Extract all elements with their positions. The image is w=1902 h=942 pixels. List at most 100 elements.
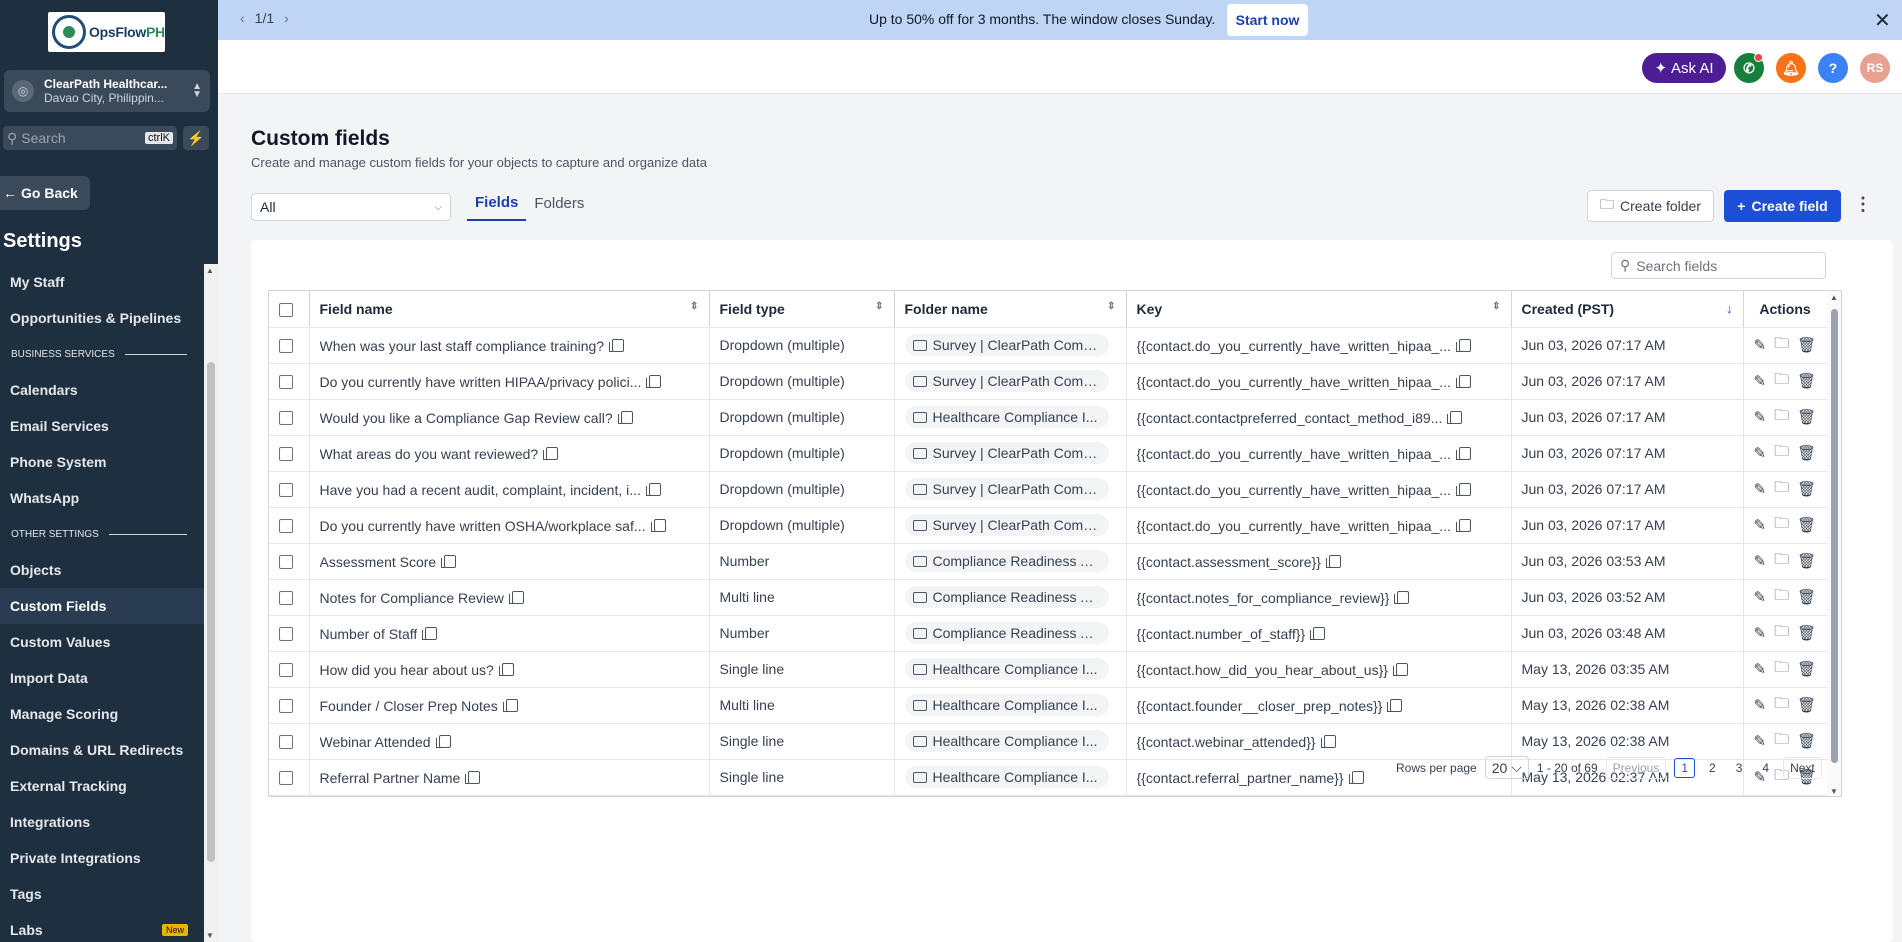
field-name[interactable]: What areas do you want reviewed?	[320, 446, 539, 462]
table-row[interactable]: Founder / Closer Prep Notes Multi line H…	[269, 687, 1828, 724]
create-folder-button[interactable]: 🗀︎ Create folder	[1587, 190, 1714, 222]
copy-icon[interactable]	[422, 627, 438, 641]
table-row[interactable]: Notes for Compliance Review Multi line C…	[269, 579, 1828, 616]
row-checkbox[interactable]	[279, 699, 293, 714]
tab-fields[interactable]: Fields	[467, 185, 527, 221]
copy-icon[interactable]	[1455, 375, 1471, 389]
sidebar-item-whatsapp[interactable]: WhatsApp	[0, 480, 204, 516]
sidebar-item-tags[interactable]: Tags	[0, 876, 204, 912]
sidebar-item-custom-fields[interactable]: Custom Fields	[0, 588, 204, 624]
table-row[interactable]: Do you currently have written OSHA/workp…	[269, 507, 1828, 544]
column-field-type[interactable]: Field type ⇕	[709, 291, 895, 328]
column-key[interactable]: Key ⇕	[1126, 291, 1512, 328]
scroll-up-icon[interactable]: ▲	[206, 266, 214, 275]
sort-icon[interactable]: ⇕	[1107, 301, 1115, 312]
trash-icon[interactable]: 🗑︎	[1797, 588, 1816, 606]
quick-action-bolt-icon[interactable]: ⚡	[183, 126, 209, 150]
row-checkbox[interactable]	[279, 627, 293, 642]
page-1-button[interactable]: 1	[1674, 757, 1696, 778]
sidebar-item-opportunities[interactable]: Opportunities & Pipelines	[0, 300, 204, 336]
sidebar-item-integrations[interactable]: Integrations	[0, 804, 204, 840]
field-name[interactable]: Would you like a Compliance Gap Review c…	[320, 410, 613, 426]
trash-icon[interactable]: 🗑︎	[1797, 336, 1816, 354]
folder-move-icon[interactable]: 🗀︎	[1774, 513, 1789, 538]
trash-icon[interactable]: 🗑︎	[1797, 624, 1816, 642]
ask-ai-button[interactable]: ✦ Ask AI	[1642, 53, 1726, 83]
table-scrollbar[interactable]: ▲ ▼	[1827, 291, 1841, 796]
field-name[interactable]: Have you had a recent audit, complaint, …	[320, 482, 641, 498]
trash-icon[interactable]: 🗑︎	[1797, 552, 1816, 570]
copy-icon[interactable]	[465, 771, 481, 785]
sidebar-item-labs[interactable]: Labs New	[0, 912, 204, 942]
folder-pill[interactable]: Survey | ClearPath Comp...	[904, 370, 1109, 392]
avatar[interactable]: RS	[1860, 53, 1890, 83]
field-name[interactable]: Webinar Attended	[320, 734, 431, 750]
folder-move-icon[interactable]: 🗀︎	[1774, 333, 1789, 358]
folder-move-icon[interactable]: 🗀︎	[1774, 621, 1789, 646]
sidebar-item-external-tracking[interactable]: External Tracking	[0, 768, 204, 804]
copy-icon[interactable]	[1455, 339, 1471, 353]
folder-move-icon[interactable]: 🗀︎	[1774, 441, 1789, 466]
table-row[interactable]: What areas do you want reviewed? Dropdow…	[269, 435, 1828, 472]
table-row[interactable]: Number of Staff Number Compliance Readin…	[269, 615, 1828, 652]
edit-icon[interactable]: ✎	[1754, 624, 1767, 642]
copy-icon[interactable]	[435, 735, 451, 749]
select-all-checkbox[interactable]	[279, 302, 293, 317]
search-fields-input[interactable]: ⚲ Search fields	[1611, 252, 1826, 279]
edit-icon[interactable]: ✎	[1754, 516, 1767, 534]
copy-icon[interactable]	[650, 519, 666, 533]
copy-icon[interactable]	[1394, 591, 1410, 605]
edit-icon[interactable]: ✎	[1754, 732, 1767, 750]
sidebar-item-import-data[interactable]: Import Data	[0, 660, 204, 696]
table-row[interactable]: Webinar Attended Single line Healthcare …	[269, 723, 1828, 760]
sidebar-item-private-integrations[interactable]: Private Integrations	[0, 840, 204, 876]
table-row[interactable]: Assessment Score Number Compliance Readi…	[269, 543, 1828, 580]
copy-icon[interactable]	[1392, 663, 1408, 677]
start-now-button[interactable]: Start now	[1227, 4, 1308, 36]
close-icon[interactable]: ✕	[1874, 8, 1891, 33]
copy-icon[interactable]	[502, 699, 518, 713]
copy-icon[interactable]	[1455, 519, 1471, 533]
edit-icon[interactable]: ✎	[1754, 336, 1767, 354]
help-button[interactable]: ?	[1818, 53, 1848, 83]
table-row[interactable]: When was your last staff compliance trai…	[269, 327, 1828, 364]
tab-folders[interactable]: Folders	[526, 185, 592, 221]
folder-pill[interactable]: Healthcare Compliance I...	[904, 406, 1109, 428]
edit-icon[interactable]: ✎	[1754, 480, 1767, 498]
folder-pill[interactable]: Survey | ClearPath Comp...	[904, 478, 1109, 500]
copy-icon[interactable]	[1387, 699, 1403, 713]
copy-icon[interactable]	[1325, 555, 1341, 569]
folder-pill[interactable]: Healthcare Compliance I...	[904, 694, 1109, 716]
column-field-name[interactable]: Field name ⇕	[309, 291, 710, 328]
row-checkbox[interactable]	[279, 663, 293, 678]
sort-icon[interactable]: ⇕	[690, 301, 698, 312]
scrollbar-thumb[interactable]	[1831, 309, 1838, 763]
sort-desc-icon[interactable]: ↓	[1726, 301, 1733, 316]
folder-move-icon[interactable]: 🗀︎	[1774, 729, 1789, 754]
folder-move-icon[interactable]: 🗀︎	[1774, 549, 1789, 574]
previous-page-button[interactable]: Previous	[1605, 756, 1667, 779]
edit-icon[interactable]: ✎	[1754, 408, 1767, 426]
sidebar-scrollbar[interactable]: ▲ ▼	[204, 264, 218, 942]
trash-icon[interactable]: 🗑︎	[1797, 408, 1816, 426]
field-name[interactable]: Number of Staff	[320, 626, 418, 642]
copy-icon[interactable]	[1310, 627, 1326, 641]
edit-icon[interactable]: ✎	[1754, 444, 1767, 462]
row-checkbox[interactable]	[279, 519, 293, 534]
field-name[interactable]: When was your last staff compliance trai…	[320, 338, 605, 354]
row-checkbox[interactable]	[279, 447, 293, 462]
copy-icon[interactable]	[508, 591, 524, 605]
notifications-button[interactable]: 🔔︎	[1776, 53, 1806, 83]
sidebar-item-custom-values[interactable]: Custom Values	[0, 624, 204, 660]
folder-move-icon[interactable]: 🗀︎	[1774, 693, 1789, 718]
folder-move-icon[interactable]: 🗀︎	[1774, 657, 1789, 682]
folder-pill[interactable]: Healthcare Compliance I...	[904, 766, 1109, 788]
trash-icon[interactable]: 🗑︎	[1797, 444, 1816, 462]
trash-icon[interactable]: 🗑︎	[1797, 372, 1816, 390]
copy-icon[interactable]	[646, 375, 662, 389]
sidebar-item-calendars[interactable]: Calendars	[0, 372, 204, 408]
folder-move-icon[interactable]: 🗀︎	[1774, 405, 1789, 430]
row-checkbox[interactable]	[279, 339, 293, 354]
field-name[interactable]: Do you currently have written HIPAA/priv…	[320, 374, 642, 390]
copy-icon[interactable]	[1447, 411, 1463, 425]
